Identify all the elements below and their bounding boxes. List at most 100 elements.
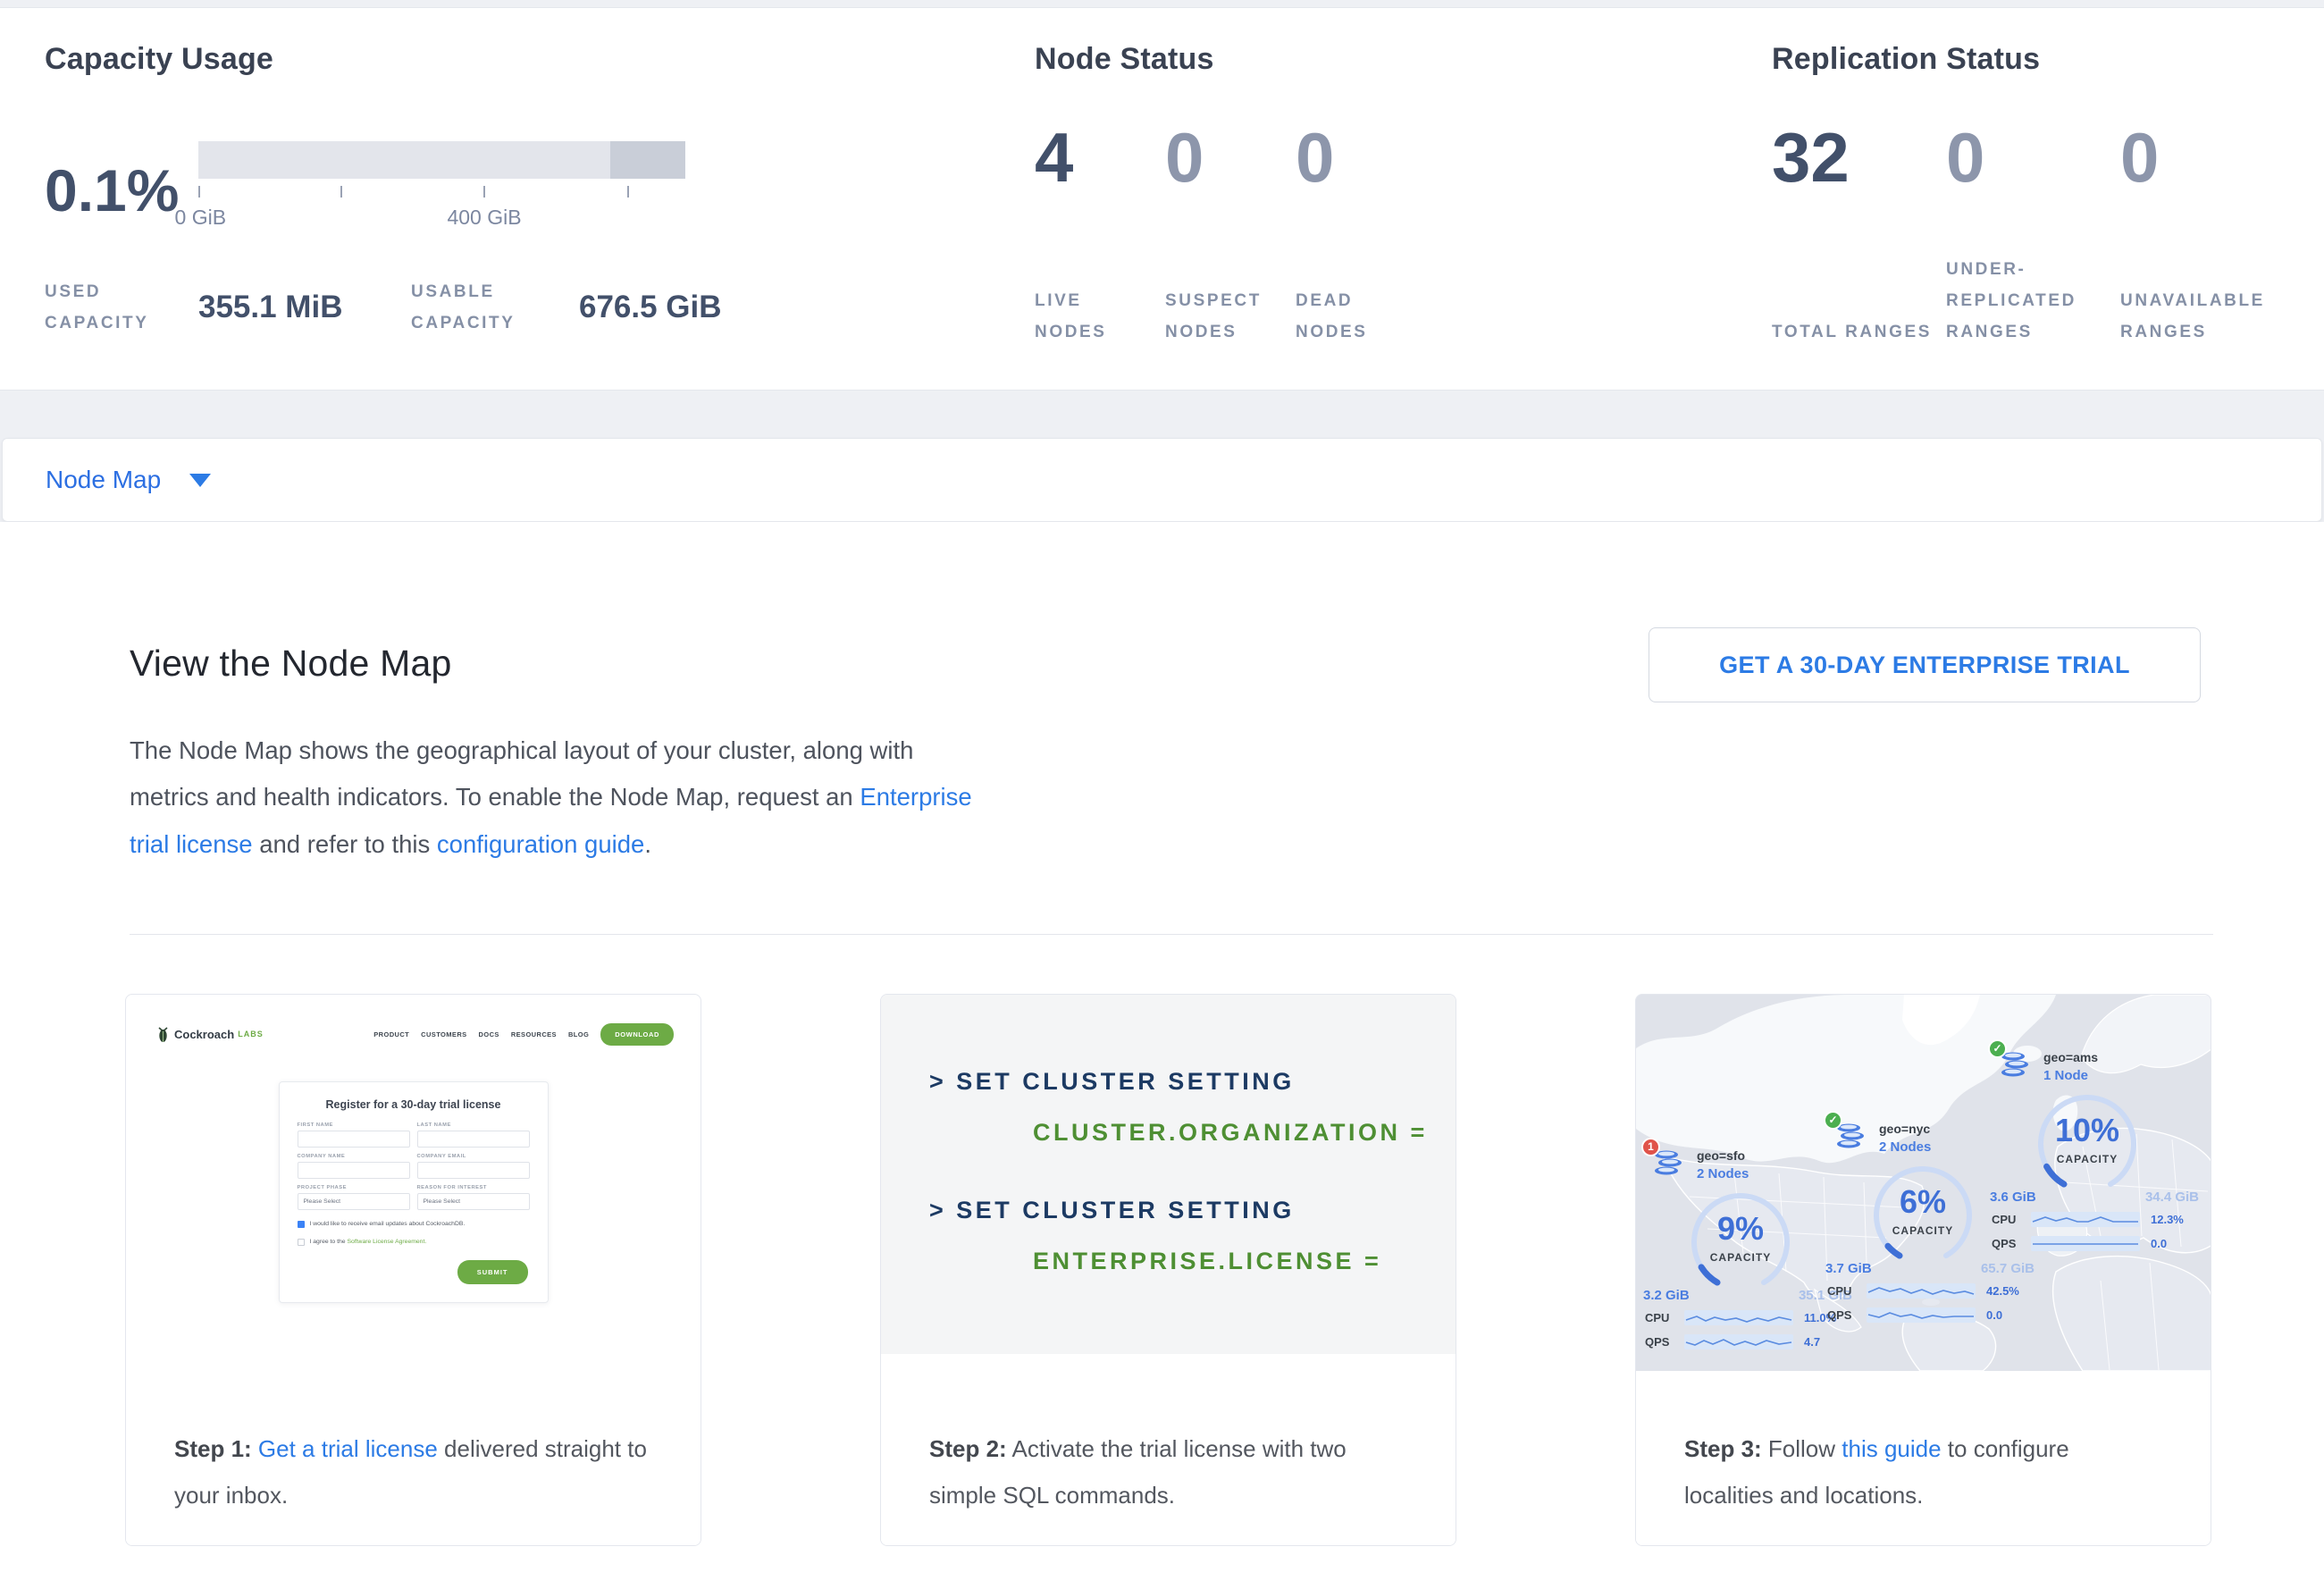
checkbox-checked xyxy=(298,1221,305,1228)
step-2-card: > SET CLUSTER SETTING CLUSTER.ORGANIZATI… xyxy=(880,994,1456,1546)
checkbox-label: I agree to the Software License Agreemen… xyxy=(310,1239,427,1245)
field-label: PROJECT PHASE xyxy=(298,1185,410,1190)
under-replicated-ranges-value: 0 xyxy=(1946,122,2120,192)
field-label: COMPANY EMAIL xyxy=(417,1154,530,1159)
locality-name: geo=ams xyxy=(2043,1050,2098,1064)
used-capacity-label: USED CAPACITY xyxy=(45,276,170,339)
capacity-caption: CAPACITY xyxy=(2002,1153,2172,1165)
cpu-label: CPU xyxy=(1992,1213,2031,1226)
this-guide-link[interactable]: this guide xyxy=(1842,1435,1941,1462)
sql-command: > SET CLUSTER SETTING xyxy=(929,1197,1456,1224)
qps-label: QPS xyxy=(1645,1335,1684,1349)
cockroach-bug-icon xyxy=(156,1026,170,1043)
step-1-caption: Step 1: Get a trial license delivered st… xyxy=(126,1402,701,1545)
usable-capacity-label: USABLE CAPACITY xyxy=(411,276,547,339)
node-status-section: Node Status 4 LIVE NODES 0 SUSPECT NODES… xyxy=(1035,8,1714,390)
healthy-badge: ✓ xyxy=(1824,1111,1842,1130)
configuration-guide-link[interactable]: configuration guide xyxy=(437,830,644,858)
get-trial-license-link[interactable]: Get a trial license xyxy=(258,1435,438,1462)
locality-name: geo=nyc xyxy=(1879,1122,1931,1136)
under-replicated-ranges-stat: 0 UNDER-REPLICATED RANGES xyxy=(1946,122,2120,348)
logo-suffix: LABS xyxy=(238,1030,264,1038)
nav-item: PRODUCT xyxy=(373,1030,409,1038)
chevron-down-icon xyxy=(189,474,211,487)
suspect-nodes-stat: 0 SUSPECT NODES xyxy=(1165,122,1296,348)
node-count: 2 Nodes xyxy=(1879,1139,1931,1155)
total-ranges-label: TOTAL RANGES xyxy=(1772,316,1937,348)
map-node-ams: ✓ geo=ams 1 Node xyxy=(1990,1050,2208,1251)
unavailable-ranges-label: UNAVAILABLE RANGES xyxy=(2120,285,2286,348)
qps-sparkline xyxy=(1867,1307,1976,1323)
field-label: FIRST NAME xyxy=(298,1122,410,1128)
form-title: Register for a 30-day trial license xyxy=(298,1098,530,1111)
axis-tick xyxy=(340,186,342,198)
cpu-sparkline xyxy=(1867,1283,1976,1299)
cpu-label: CPU xyxy=(1827,1284,1867,1298)
capacity-meter: 0 GiB 400 GiB xyxy=(198,141,685,200)
used-capacity-value: 355.1 MiB xyxy=(198,290,393,325)
nav-item: RESOURCES xyxy=(511,1030,557,1038)
suspect-nodes-value: 0 xyxy=(1165,122,1296,192)
cluster-overview-page: Capacity Usage 0.1% 0 GiB 400 GiB xyxy=(0,0,2324,1589)
qps-sparkline xyxy=(2031,1236,2140,1251)
trial-license-form: Register for a 30-day trial license FIRS… xyxy=(279,1081,549,1303)
sql-command: > SET CLUSTER SETTING xyxy=(929,1068,1456,1096)
step-3-card: 1 geo=sfo 2 Nodes xyxy=(1635,994,2211,1546)
intro-text-2: and refer to this xyxy=(253,830,437,858)
capacity-total: 65.7 GiB xyxy=(1981,1261,2035,1276)
nav-item: DOCS xyxy=(479,1030,499,1038)
replication-status-section: Replication Status 32 TOTAL RANGES 0 UND… xyxy=(1772,8,2324,390)
field-label: LAST NAME xyxy=(417,1122,530,1128)
capacity-gauge: 9% CAPACITY 3.2 GiB 35.1 GiB xyxy=(1656,1187,1825,1301)
healthy-badge: ✓ xyxy=(1988,1039,2007,1058)
live-nodes-stat: 4 LIVE NODES xyxy=(1035,122,1165,348)
text-input xyxy=(298,1162,410,1179)
node-map-promo: View the Node Map The Node Map shows the… xyxy=(0,522,2324,1589)
field-label: REASON FOR INTEREST xyxy=(417,1185,530,1190)
capacity-used: 3.6 GiB xyxy=(1990,1190,2036,1205)
capacity-caption: CAPACITY xyxy=(1838,1224,2008,1237)
get-enterprise-trial-button[interactable]: GET A 30-DAY ENTERPRISE TRIAL xyxy=(1649,627,2201,702)
qps-sparkline xyxy=(1684,1334,1793,1349)
live-nodes-value: 4 xyxy=(1035,122,1165,192)
nav-item: BLOG xyxy=(568,1030,589,1038)
node-map-preview: 1 geo=sfo 2 Nodes xyxy=(1636,995,2211,1371)
step-2-prefix: Step 2: xyxy=(929,1435,1007,1462)
cpu-label: CPU xyxy=(1645,1311,1684,1324)
cockroach-labs-logo: Cockroach LABS xyxy=(156,1026,264,1043)
dead-nodes-value: 0 xyxy=(1296,122,1426,192)
cpu-value: 42.5% xyxy=(1986,1284,2019,1298)
nav-item: CUSTOMERS xyxy=(421,1030,466,1038)
view-dropdown[interactable]: Node Map xyxy=(46,466,211,494)
cpu-sparkline xyxy=(1684,1310,1793,1325)
capacity-bar xyxy=(198,141,685,179)
unavailable-ranges-value: 0 xyxy=(2120,122,2295,192)
qps-label: QPS xyxy=(1992,1237,2031,1250)
axis-tick xyxy=(627,186,629,198)
total-ranges-value: 32 xyxy=(1772,122,1946,192)
step-1-prefix: Step 1: xyxy=(174,1435,252,1462)
usable-capacity-value: 676.5 GiB xyxy=(579,290,722,325)
usable-capacity-detail: USABLE CAPACITY 676.5 GiB xyxy=(393,276,722,339)
axis-tick-label: 400 GiB xyxy=(447,206,521,230)
cpu-value: 12.3% xyxy=(2151,1213,2184,1226)
used-capacity-detail: USED CAPACITY 355.1 MiB xyxy=(45,276,393,339)
error-badge: 1 xyxy=(1641,1138,1660,1156)
capacity-gauge: 10% CAPACITY 3.6 GiB 34.4 GiB xyxy=(2002,1089,2172,1203)
sql-argument: ENTERPRISE.LICENSE = xyxy=(1033,1248,1456,1275)
view-selector-bar: Node Map xyxy=(2,438,2322,522)
intro-paragraph: The Node Map shows the geographical layo… xyxy=(130,727,987,868)
step-2-caption: Step 2: Activate the trial license with … xyxy=(881,1402,1456,1545)
capacity-percent: 9% xyxy=(1656,1210,1825,1248)
capacity-percent: 10% xyxy=(2002,1112,2172,1149)
cpu-sparkline xyxy=(2031,1212,2140,1227)
text-input xyxy=(417,1131,530,1148)
locality-name: geo=sfo xyxy=(1697,1148,1749,1163)
under-replicated-ranges-label: UNDER-REPLICATED RANGES xyxy=(1946,254,2111,348)
capacity-caption: CAPACITY xyxy=(1656,1251,1825,1264)
step-1-card: Cockroach LABS PRODUCT CUSTOMERS DOCS RE… xyxy=(125,994,701,1546)
registration-site-screenshot: Cockroach LABS PRODUCT CUSTOMERS DOCS RE… xyxy=(144,1011,683,1393)
text-input xyxy=(417,1162,530,1179)
intro-text-1: The Node Map shows the geographical layo… xyxy=(130,736,913,811)
capacity-axis: 0 GiB 400 GiB xyxy=(198,186,685,200)
